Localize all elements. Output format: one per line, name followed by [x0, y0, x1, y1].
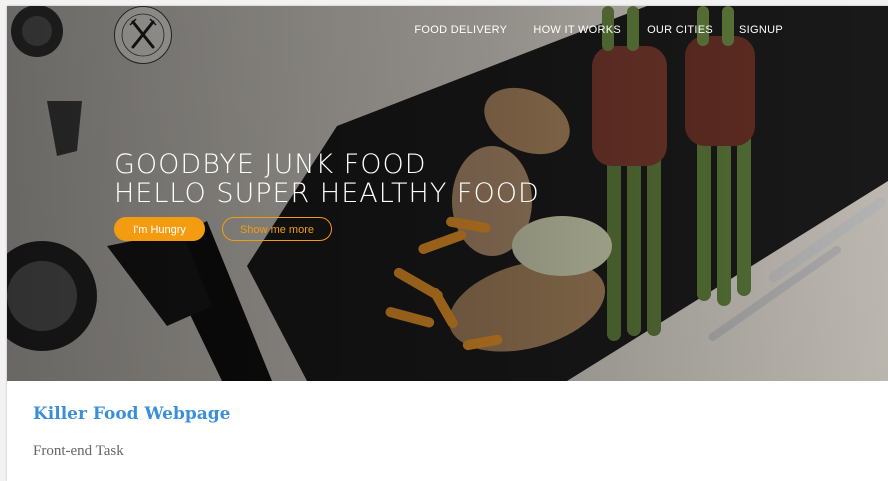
info-title: Killer Food Webpage: [33, 404, 231, 424]
nav-how-it-works[interactable]: HOW IT WORKS: [533, 24, 621, 36]
hero-headline: GOODBYE JUNK FOOD HELLO SUPER HEALTHY FO…: [114, 150, 540, 208]
fork-and-knife-icon: [121, 13, 165, 57]
headline-line-1: GOODBYE JUNK FOOD: [114, 149, 427, 180]
nav-our-cities[interactable]: OUR CITIES: [647, 24, 713, 36]
headline-line-2: HELLO SUPER HEALTHY FOOD: [114, 178, 540, 209]
main-nav: FOOD DELIVERY HOW IT WORKS OUR CITIES SI…: [414, 24, 783, 36]
show-me-more-button[interactable]: Show me more: [222, 217, 332, 241]
page-card: FOOD DELIVERY HOW IT WORKS OUR CITIES SI…: [7, 6, 888, 481]
nav-signup[interactable]: SIGNUP: [739, 24, 783, 36]
im-hungry-button[interactable]: I'm Hungry: [114, 217, 205, 241]
nav-food-delivery[interactable]: FOOD DELIVERY: [414, 24, 507, 36]
info-section: Killer Food Webpage Front-end Task: [33, 404, 230, 460]
info-subtitle: Front-end Task: [33, 443, 124, 459]
hero-section: FOOD DELIVERY HOW IT WORKS OUR CITIES SI…: [7, 6, 888, 381]
brand-logo[interactable]: [114, 6, 172, 64]
